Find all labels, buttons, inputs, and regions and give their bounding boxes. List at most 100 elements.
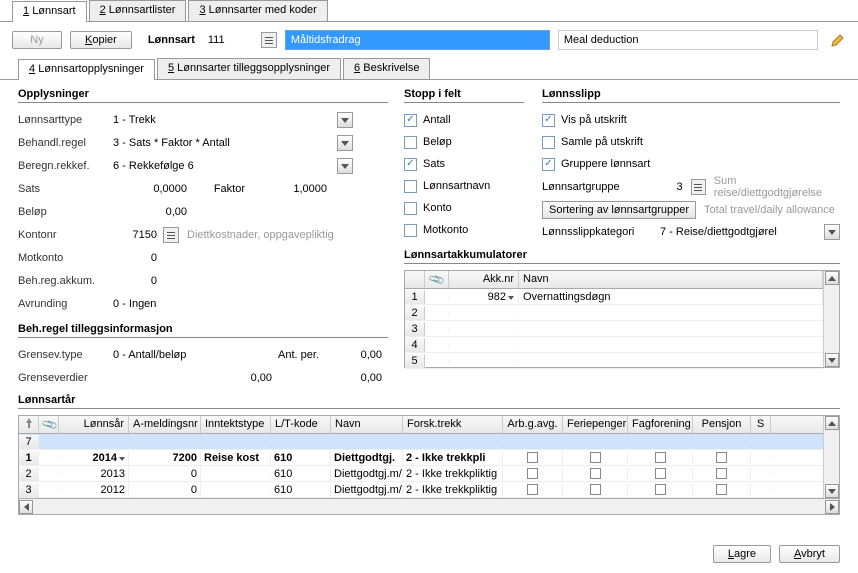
dropdown-icon[interactable] [337,112,353,128]
yh-pensjon[interactable]: Pensjon [693,416,751,433]
chk-belop[interactable] [404,136,417,149]
kat-label: Lønnsslippkategori [542,226,652,238]
years-row[interactable]: 220130610Diettgodtgj.m/2 - Ikke trekkpli… [19,466,823,482]
tab-lonnsartlister[interactable]: 2 Lønnsartlister [89,0,187,21]
dropdown-icon[interactable] [337,158,353,174]
behakk-label: Beh.reg.akkum. [18,275,113,287]
top-tabs: 1 Lønnsart 2 Lønnsartlister 3 Lønnsarter… [0,0,858,22]
avbryt-button[interactable]: Avbryt [779,545,840,563]
lonnsart-altname-input[interactable]: Meal deduction [558,30,818,50]
subtab-opplysninger[interactable]: 4 Lønnsartopplysninger [18,59,155,80]
gverd-v1: 0,00 [228,372,278,384]
grp-lookup-icon[interactable] [691,179,706,195]
chk-antall-label: Antall [423,114,451,126]
akk-h-nr[interactable]: Akk.nr [449,271,519,288]
akk-row[interactable]: 2 [405,305,823,321]
yh-arbg[interactable]: Arb.g.avg. [503,416,563,433]
scroll-down-icon[interactable] [825,484,839,498]
scroll-down-icon[interactable] [825,353,839,367]
akk-title: Lønnsartakkumulatorer [404,249,840,264]
tab-lonnsarter-koder[interactable]: 3 Lønnsarter med koder [188,0,327,21]
yh-ferie[interactable]: Feriepenger [563,416,628,433]
konto-value[interactable]: 7150 [113,229,163,241]
chk-belop-label: Beløp [423,136,452,148]
years-row[interactable]: 120147200Reise kost610Diettgodtgj.2 - Ik… [19,450,823,466]
type-combo[interactable]: 1 - Trekk [113,112,353,128]
lonnsart-code-input[interactable]: 111 [203,31,253,49]
edit-icon[interactable] [830,32,846,48]
rekk-combo[interactable]: 6 - Rekkefølge 6 [113,158,353,174]
chk-vis-label: Vis på utskrift [561,114,627,126]
scroll-right-icon[interactable] [825,500,839,514]
regel-label: Behandl.regel [18,137,113,149]
akk-row[interactable]: 5 [405,353,823,369]
yh-ar[interactable]: Lønnsår [59,416,129,433]
dropdown-icon[interactable] [824,224,840,240]
chk-antall[interactable] [404,114,417,127]
toolbar: Ny Kopier Lønnsart 111 Måltidsfradrag Me… [0,22,858,58]
kopier-button[interactable]: Kopier [70,31,132,49]
footer: Lagre Avbryt [713,545,840,563]
grp-hint2: Total travel/daily allowance [704,204,835,216]
akk-h-navn[interactable]: Navn [519,271,823,288]
yh-innt[interactable]: Inntektstype [201,416,271,433]
ny-button[interactable]: Ny [12,31,62,49]
yh-navn[interactable]: Navn [331,416,403,433]
sort-grupper-button[interactable]: Sortering av lønnsartgrupper [542,201,696,219]
years-hscrollbar[interactable] [18,499,840,515]
lookup-icon[interactable] [261,32,277,48]
grp-hint1: Sum reise/diettgodtgjørelse [714,175,840,199]
chk-konto[interactable] [404,202,417,215]
akk-row[interactable]: 1982Overnattingsdøgn [405,289,823,305]
belop-value[interactable]: 0,00 [113,206,193,218]
chk-samle[interactable] [542,136,555,149]
sats-value[interactable]: 0,0000 [113,183,193,195]
subtab-tillegg[interactable]: 5 Lønnsarter tilleggsopplysninger [157,58,341,79]
stopp-title: Stopp i felt [404,88,524,103]
grp-value[interactable]: 3 [660,181,683,193]
years-row[interactable]: 320120610Diettgodtgj.m/2 - Ikke trekkpli… [19,482,823,498]
subtab-beskrivelse[interactable]: 6 Beskrivelse [343,58,430,79]
akk-row[interactable]: 4 [405,337,823,353]
attachment-icon: 📎 [41,416,59,433]
yh-lt[interactable]: L/T-kode [271,416,331,433]
sats-label: Sats [18,183,113,195]
attachment-icon: 📎 [427,271,445,288]
avr-value[interactable]: 0 - Ingen [113,298,388,310]
antper-label: Ant. per. [278,349,338,361]
years-row[interactable]: 7 [19,434,823,450]
konto-lookup-icon[interactable] [163,227,179,243]
regel-combo[interactable]: 3 - Sats * Faktor * Antall [113,135,353,151]
akk-scrollbar[interactable] [823,271,839,367]
chk-konto-label: Konto [423,202,452,214]
lonnsart-name-input[interactable]: Måltidsfradrag [285,30,550,50]
tab-lonnsart[interactable]: 1 Lønnsart [12,1,87,22]
faktor-value[interactable]: 1,0000 [253,183,333,195]
motkonto-value[interactable]: 0 [113,252,163,264]
kat-value[interactable]: 7 - Reise/diettgodtgjørel [660,226,816,238]
motkonto-label: Motkonto [18,252,113,264]
yh-fag[interactable]: Fagforening [628,416,693,433]
akk-header: 📎 Akk.nr Navn [405,271,823,289]
yh-ameld[interactable]: A-meldingsnr [129,416,201,433]
scroll-left-icon[interactable] [19,500,33,514]
antper-value: 0,00 [338,349,388,361]
avr-label: Avrunding [18,298,113,310]
dropdown-icon[interactable] [337,135,353,151]
scroll-up-icon[interactable] [825,271,839,285]
scroll-up-icon[interactable] [825,416,839,430]
faktor-label: Faktor [193,183,253,195]
behakk-value[interactable]: 0 [113,275,163,287]
chk-motkonto-label: Motkonto [423,224,468,236]
yh-s[interactable]: S [751,416,771,433]
chk-motkonto[interactable] [404,224,417,237]
akk-row[interactable]: 3 [405,321,823,337]
chk-sats[interactable] [404,158,417,171]
lagre-button[interactable]: Lagre [713,545,771,563]
years-scrollbar[interactable] [823,416,839,498]
chk-gruppere[interactable] [542,158,555,171]
chk-navn[interactable] [404,180,417,193]
belop-label: Beløp [18,206,113,218]
yh-forsk[interactable]: Forsk.trekk [403,416,503,433]
chk-vis[interactable] [542,114,555,127]
